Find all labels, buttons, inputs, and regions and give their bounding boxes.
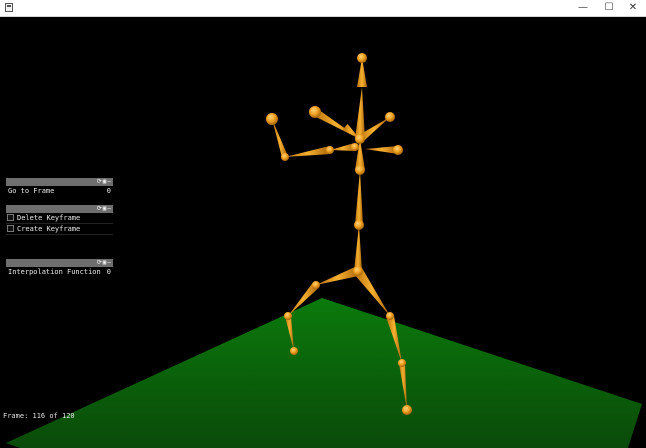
interpolation-function-control[interactable]: Interpolation Function 0 [6, 267, 113, 277]
3d-viewport[interactable]: ⟳▣– Go to Frame 0 ⟳▣– Delete Keyframe Cr… [0, 17, 646, 448]
panel-header[interactable]: ⟳▣– [6, 178, 113, 186]
joint-sphere [290, 347, 298, 355]
delete-keyframe-checkbox[interactable] [7, 214, 14, 221]
panel-controls-icon[interactable]: ⟳▣– [97, 259, 112, 267]
joint-sphere [353, 266, 363, 276]
panel-header[interactable]: ⟳▣– [6, 205, 113, 213]
joint-sphere [312, 281, 320, 289]
bone-segment [354, 225, 362, 272]
goto-frame-label: Go to Frame [8, 187, 55, 195]
bone-segment [272, 119, 288, 158]
joint-sphere [326, 146, 334, 154]
create-keyframe-label: Create Keyframe [17, 225, 81, 233]
joint-sphere [281, 153, 289, 161]
goto-frame-control[interactable]: Go to Frame 0 [6, 186, 113, 196]
joint-sphere [309, 106, 321, 118]
delete-keyframe-label: Delete Keyframe [17, 214, 81, 222]
interpolation-function-value[interactable]: 0 [107, 267, 111, 277]
minimize-button[interactable]: — [570, 0, 596, 16]
joint-sphere [357, 53, 367, 63]
keyframe-panel: ⟳▣– Delete Keyframe Create Keyframe [6, 205, 113, 235]
joint-sphere [284, 312, 292, 320]
create-keyframe-checkbox[interactable] [7, 225, 14, 232]
panel-controls-icon[interactable]: ⟳▣– [97, 178, 112, 186]
interpolation-panel: ⟳▣– Interpolation Function 0 [6, 259, 113, 277]
goto-frame-panel: ⟳▣– Go to Frame 0 [6, 178, 113, 196]
joint-sphere [355, 165, 365, 175]
frame-counter: Frame: 116 of 120 [3, 412, 75, 420]
delete-keyframe-toggle[interactable]: Delete Keyframe [6, 213, 113, 224]
joint-sphere [351, 143, 359, 151]
maximize-button[interactable]: ☐ [596, 0, 622, 16]
bone-segment [355, 87, 365, 140]
window-titlebar: — ☐ ✕ [0, 0, 646, 17]
close-button[interactable]: ✕ [620, 0, 646, 16]
joint-sphere [398, 359, 406, 367]
floor-plane [6, 298, 642, 448]
joint-sphere [402, 405, 412, 415]
joint-sphere [354, 220, 364, 230]
interpolation-function-label: Interpolation Function [8, 268, 101, 276]
bone-segment [285, 146, 331, 157]
joint-sphere [385, 112, 395, 122]
create-keyframe-toggle[interactable]: Create Keyframe [6, 224, 113, 235]
goto-frame-value[interactable]: 0 [107, 186, 111, 196]
panel-header[interactable]: ⟳▣– [6, 259, 113, 267]
joint-sphere [355, 134, 365, 144]
bone-segment [316, 266, 360, 285]
bone-segment [355, 170, 363, 226]
panel-controls-icon[interactable]: ⟳▣– [97, 205, 112, 213]
joint-sphere [386, 312, 394, 320]
joint-sphere [266, 113, 278, 125]
joint-sphere [393, 145, 403, 155]
app-window-icon [5, 3, 13, 12]
